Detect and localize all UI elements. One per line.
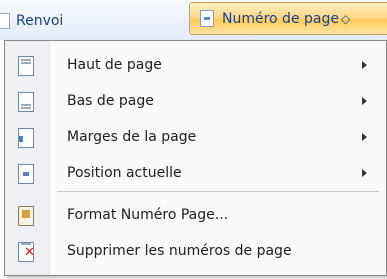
format-page-number-icon — [18, 206, 34, 226]
page-number-button[interactable]: Numéro de page ◇ — [189, 2, 387, 35]
page-bottom-icon — [18, 92, 34, 112]
menu-item-label: Position actuelle — [67, 165, 182, 181]
menu-item-bas-de-page[interactable]: Bas de page — [5, 83, 385, 119]
submenu-arrow-icon — [362, 133, 367, 141]
page-margins-icon — [18, 128, 34, 148]
menu-item-label: Format Numéro Page... — [67, 207, 229, 223]
menu-item-position-actuelle[interactable]: Position actuelle — [5, 155, 385, 191]
current-position-icon — [18, 164, 34, 184]
menu-item-label: Supprimer les numéros de page — [67, 243, 292, 259]
ribbon-strip: Renvoi Numéro de page ◇ — [0, 0, 387, 40]
menu-item-marges-de-la-page[interactable]: Marges de la page — [5, 119, 385, 155]
menu-item-format-numero-page[interactable]: Format Numéro Page... — [5, 197, 385, 233]
dropdown-caret-icon: ◇ — [340, 11, 351, 26]
menu-separator — [57, 191, 379, 192]
renvoi-label: Renvoi — [16, 13, 64, 29]
submenu-arrow-icon — [362, 97, 367, 105]
remove-page-numbers-icon — [18, 242, 35, 262]
menu-item-label: Marges de la page — [67, 129, 197, 145]
submenu-arrow-icon — [362, 169, 367, 177]
menu-item-haut-de-page[interactable]: Haut de page — [5, 47, 385, 83]
menu-item-label: Bas de page — [67, 93, 154, 109]
page-top-icon — [18, 56, 34, 76]
cross-reference-icon — [0, 11, 12, 31]
submenu-arrow-icon — [362, 61, 367, 69]
menu-item-supprimer-numeros[interactable]: Supprimer les numéros de page — [5, 233, 385, 269]
page-number-label: Numéro de page — [222, 10, 339, 27]
menu-item-label: Haut de page — [67, 57, 162, 73]
page-number-menu: Haut de page Bas de page Marges de la pa… — [4, 40, 387, 276]
renvoi-button[interactable]: Renvoi — [0, 8, 63, 34]
page-number-icon — [200, 10, 214, 27]
